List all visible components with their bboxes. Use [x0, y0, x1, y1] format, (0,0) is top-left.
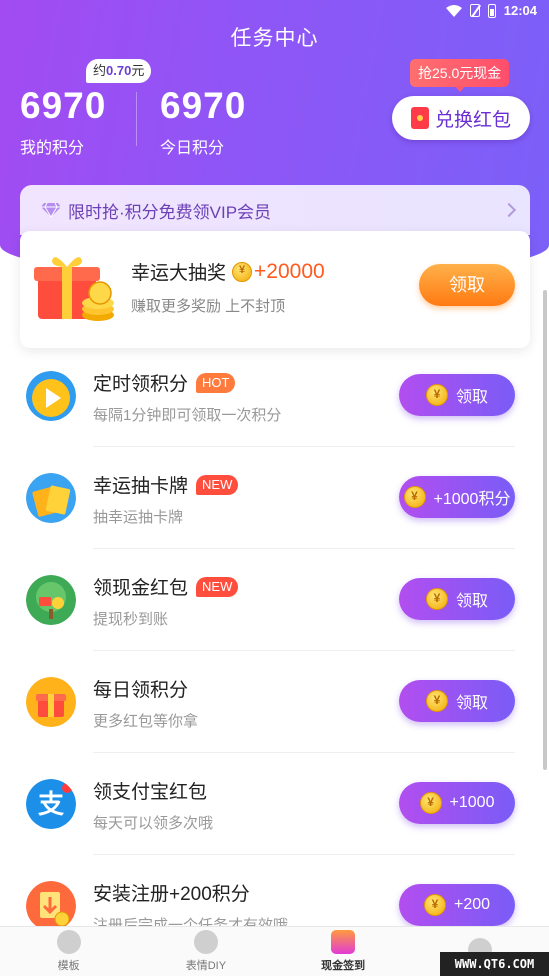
- watermark: WWW.QT6.COM: [440, 952, 549, 976]
- task-claim-button[interactable]: 领取: [399, 680, 515, 722]
- red-packet-icon: [410, 107, 429, 129]
- list-item: 支 领支付宝红包 每天可以领多次哦 +1000: [0, 753, 549, 855]
- new-badge: NEW: [196, 576, 239, 597]
- redeem-label: 兑换红包: [434, 109, 511, 131]
- task-claim-button[interactable]: +1000: [399, 782, 515, 824]
- new-badge: NEW: [196, 474, 239, 495]
- today-points: 6970 今日积分: [160, 86, 246, 158]
- gift-box-icon: [26, 677, 76, 727]
- download-icon: [26, 881, 76, 931]
- task-claim-button[interactable]: 领取: [399, 374, 515, 416]
- my-points: 6970 我的积分: [20, 86, 106, 158]
- chevron-right-icon: [501, 202, 517, 218]
- divider: [136, 92, 137, 146]
- svg-text:支: 支: [38, 790, 64, 820]
- no-sim-icon: [469, 4, 480, 17]
- task-subtitle: 抽幸运抽卡牌: [93, 509, 184, 526]
- lottery-subtitle: 赚取更多奖励 上不封顶: [131, 298, 286, 315]
- task-title: 幸运抽卡牌: [93, 476, 189, 497]
- my-points-label: 我的积分: [20, 140, 85, 157]
- coin-icon: [232, 261, 253, 282]
- wifi-icon: [445, 4, 462, 17]
- task-title: 领现金红包: [93, 578, 189, 599]
- scrollbar[interactable]: [543, 290, 547, 770]
- task-subtitle: 每隔1分钟即可领取一次积分: [93, 407, 282, 424]
- my-points-value: 6970: [20, 85, 107, 126]
- coin-icon: [423, 894, 446, 916]
- lottery-title: 幸运大抽奖 +20000: [131, 258, 325, 285]
- lottery-bonus: +20000: [254, 259, 325, 283]
- lottery-card: 幸运大抽奖 +20000 赚取更多奖励 上不封顶 领取: [20, 231, 530, 348]
- vip-promo-banner[interactable]: 限时抢·积分免费领VIP会员: [20, 185, 530, 235]
- lottery-claim-button[interactable]: 领取: [419, 264, 515, 306]
- task-subtitle: 提现秒到账: [93, 611, 169, 628]
- tab-emoji-diy[interactable]: 表情DIY: [137, 927, 274, 976]
- cards-icon: [26, 473, 76, 523]
- list-item: 领现金红包 NEW 提现秒到账 领取: [0, 549, 549, 651]
- gift-box-icon: [34, 257, 114, 321]
- vip-banner-text: 限时抢·积分免费领VIP会员: [68, 202, 272, 222]
- clock: 12:04: [503, 3, 537, 18]
- list-item: 定时领积分 HOT 每隔1分钟即可领取一次积分 领取: [0, 345, 549, 447]
- coin-icon: [425, 384, 448, 406]
- page-title: 任务中心: [230, 27, 319, 50]
- coin-icon: [425, 588, 448, 610]
- today-points-value: 6970: [160, 85, 247, 126]
- smiley-icon: [193, 930, 218, 954]
- alipay-icon: 支: [26, 779, 76, 829]
- task-title: 每日领积分: [93, 680, 189, 701]
- task-title: 领支付宝红包: [93, 782, 208, 803]
- task-subtitle: 更多红包等你拿: [93, 713, 199, 730]
- task-claim-button[interactable]: +1000积分: [399, 476, 515, 518]
- diamond-icon: [41, 202, 61, 218]
- smiley-icon: [56, 930, 81, 954]
- list-item: 每日领积分 更多红包等你拿 领取: [0, 651, 549, 753]
- battery-icon: [487, 3, 496, 18]
- cash-tag: 抢25.0元现金: [410, 59, 510, 92]
- money-tree-icon: [26, 575, 76, 625]
- coin-icon: [419, 792, 442, 814]
- tab-cash-checkin[interactable]: 现金签到: [275, 927, 412, 976]
- task-title: 定时领积分: [93, 374, 189, 395]
- coin-icon: [403, 486, 426, 508]
- task-subtitle: 每天可以领多次哦: [93, 815, 214, 832]
- task-claim-button[interactable]: +200: [399, 884, 515, 926]
- hot-badge: HOT: [196, 372, 236, 393]
- list-item: 幸运抽卡牌 NEW 抽幸运抽卡牌 +1000积分: [0, 447, 549, 549]
- task-title: 安装注册+200积分: [93, 884, 250, 905]
- tab-templates[interactable]: 模板: [0, 927, 137, 976]
- coin-icon: [425, 690, 448, 712]
- red-packet-icon: [331, 930, 356, 954]
- status-bar: 12:04: [0, 0, 549, 24]
- redeem-red-packet-button[interactable]: 兑换红包: [392, 96, 530, 140]
- task-claim-button[interactable]: 领取: [399, 578, 515, 620]
- play-icon: [26, 371, 76, 421]
- today-points-label: 今日积分: [160, 140, 225, 157]
- approx-value-badge: 约0.70元: [86, 59, 152, 83]
